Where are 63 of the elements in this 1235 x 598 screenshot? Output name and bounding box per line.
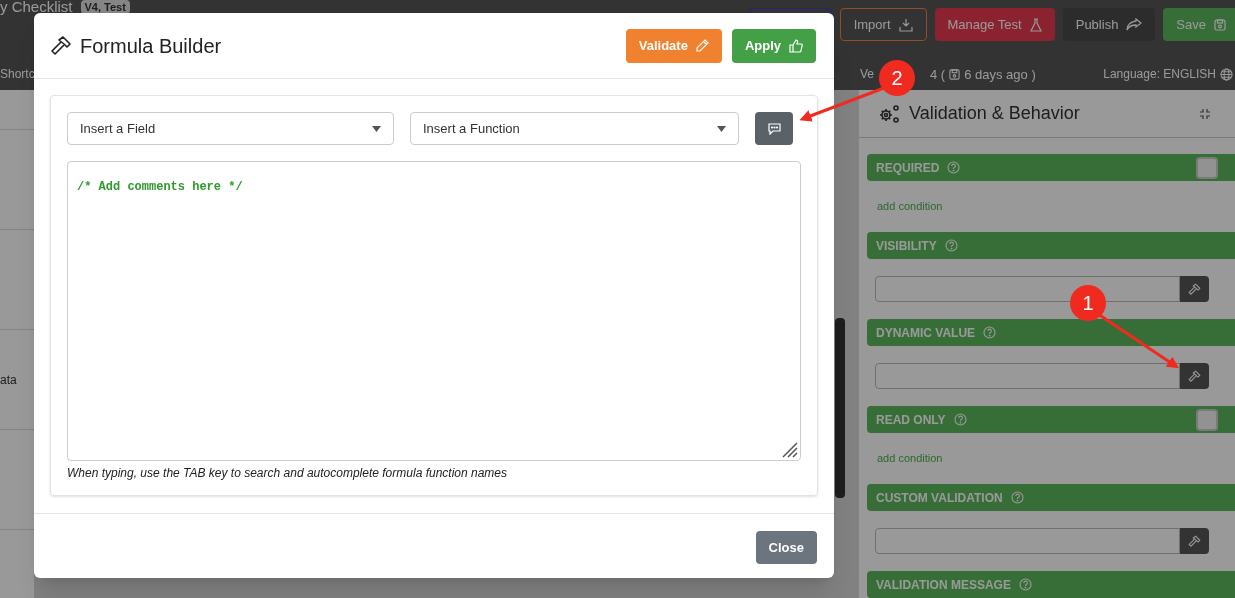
hint-text: When typing, use the TAB key to search and autocomplete formula function names (67, 465, 508, 482)
formula-field[interactable] (875, 528, 1180, 554)
add-condition-link[interactable]: add condition (877, 433, 943, 484)
section-title: VISIBILITY (876, 237, 937, 255)
language-label: Language: ENGLISH (1103, 66, 1216, 84)
hammer-icon (1188, 369, 1201, 383)
validate-button[interactable]: Validate (625, 28, 722, 63)
thumbs-up-icon (789, 38, 803, 53)
share-icon (1126, 18, 1143, 31)
formula-builder-button[interactable] (1180, 528, 1209, 554)
dialog-title: Formula Builder (80, 33, 222, 59)
checkbox[interactable] (1196, 156, 1218, 179)
section-title: CUSTOM VALIDATION (876, 489, 1003, 507)
version-label: 4 ( (930, 65, 946, 84)
caret-icon (717, 125, 726, 132)
section-title: VALIDATION MESSAGE (876, 576, 1011, 594)
apply-button[interactable]: Apply (731, 28, 816, 63)
help-icon[interactable] (1018, 578, 1032, 591)
hammer-icon (1188, 534, 1201, 548)
code-comment: /* Add comments here */ (77, 180, 243, 194)
formula-editor[interactable]: /* Add comments here */ (67, 161, 801, 461)
formula-field[interactable] (875, 363, 1180, 389)
panel-title: Validation & Behavior (909, 102, 1080, 125)
hammer-icon (1188, 282, 1201, 296)
field-select[interactable]: Insert a Field (67, 112, 394, 145)
page-title: y Checklist (0, 0, 73, 13)
comment-icon (767, 122, 781, 135)
globe-icon (1220, 67, 1233, 81)
scrollbar[interactable] (835, 318, 845, 498)
help-icon[interactable] (983, 326, 997, 339)
help-icon[interactable] (944, 239, 958, 252)
version-label: Ve (860, 66, 874, 84)
saved-time: 6 days ago ) (964, 65, 1036, 84)
flask-icon (1029, 17, 1042, 32)
version-badge: V4, Test (80, 0, 130, 14)
comment-button[interactable] (755, 112, 793, 145)
toolbar-button[interactable]: Publish (1062, 8, 1156, 41)
toolbar-button[interactable]: Save (1163, 8, 1235, 41)
pencil-icon (695, 39, 709, 52)
section-title: DYNAMIC VALUE (876, 324, 976, 342)
section-title: REQUIRED (876, 159, 940, 177)
formula-builder-button[interactable] (1180, 363, 1209, 389)
function-select[interactable]: Insert a Function (410, 112, 739, 145)
save-icon (949, 68, 961, 80)
row-label: ata (0, 371, 17, 389)
toolbar-label: Shortc (0, 66, 34, 84)
help-icon[interactable] (947, 161, 961, 174)
gears-icon (877, 102, 901, 125)
caret-icon (372, 125, 381, 132)
add-condition-link[interactable]: add condition (877, 181, 943, 232)
toolbar-button[interactable]: Manage Test (934, 8, 1055, 41)
toolbar-button[interactable]: Import (839, 8, 927, 41)
resize-handle-icon[interactable] (782, 442, 798, 458)
help-icon[interactable] (953, 413, 967, 426)
close-button[interactable]: Close (755, 531, 817, 564)
formula-builder-button[interactable] (1180, 276, 1209, 302)
save-icon (1214, 18, 1226, 31)
hammer-icon (50, 34, 72, 57)
import-icon (898, 17, 913, 32)
checkbox[interactable] (1196, 408, 1218, 431)
help-icon[interactable] (1010, 491, 1024, 504)
collapse-icon[interactable] (1199, 107, 1211, 120)
section-title: READ ONLY (876, 411, 946, 429)
